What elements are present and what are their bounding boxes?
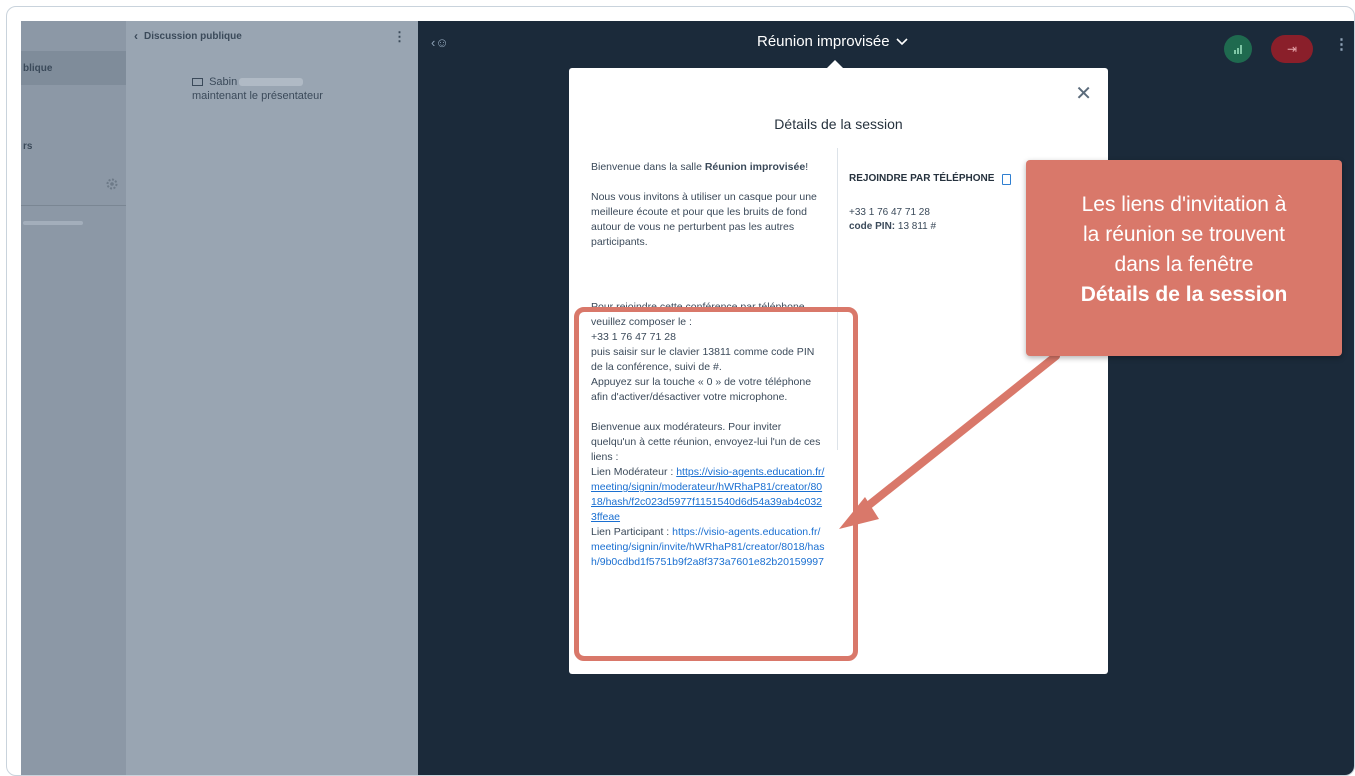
meeting-app: blique rs ‹ Discussion publique ⋮ Sabin … (21, 21, 1354, 775)
gear-icon[interactable] (105, 177, 119, 191)
annotation-callout: Les liens d'invitation à la réunion se t… (1026, 160, 1342, 356)
pin-row: code PIN: 13 811 # (849, 220, 1049, 234)
callout-line: dans la fenêtre (1114, 253, 1254, 276)
modal-title: Détails de la session (774, 116, 903, 132)
headset-paragraph: Nous vous invitons à utiliser un casque … (591, 191, 817, 248)
phone-heading: REJOINDRE PAR TÉLÉPHONE (849, 172, 1049, 186)
welcome-prefix: Bienvenue dans la salle (591, 161, 705, 173)
divider (21, 205, 126, 206)
connection-status-button[interactable] (1224, 35, 1252, 63)
presentation-icon (192, 78, 203, 87)
signal-bars-icon (1234, 45, 1242, 54)
welcome-paragraph: Bienvenue dans la salle Réunion improvis… (591, 160, 826, 175)
chat-back-button[interactable]: ‹ Discussion publique (134, 29, 242, 43)
callout-line-bold: Détails de la session (1026, 280, 1342, 310)
pin-value: 13 811 # (895, 221, 937, 232)
chat-message-prefix: Sabin (209, 76, 238, 88)
phone-heading-label: REJOINDRE PAR TÉLÉPHONE (849, 173, 995, 184)
callout-line: la réunion se trouvent (1083, 223, 1285, 246)
leave-meeting-button[interactable]: ⇥ (1271, 35, 1313, 63)
meeting-title-button[interactable]: Réunion improvisée (757, 33, 908, 50)
chat-title: Discussion publique (144, 30, 242, 42)
left-sidebar: blique rs (21, 21, 126, 775)
blurred-text (239, 78, 304, 87)
phone-number: +33 1 76 47 71 28 (849, 207, 930, 218)
sidebar-item-label: rs (23, 141, 33, 152)
chat-panel: ‹ Discussion publique ⋮ Sabin maintenant… (126, 21, 418, 775)
chat-message-text: maintenant le présentateur (192, 90, 323, 102)
annotation-highlight-box (574, 307, 858, 661)
callout-line: Les liens d'invitation à (1081, 193, 1287, 216)
options-menu-icon[interactable]: ⋮ (1334, 35, 1349, 53)
copy-icon[interactable] (1002, 173, 1012, 185)
sidebar-item-public-chat[interactable]: blique (21, 51, 126, 85)
phone-join-panel: REJOINDRE PAR TÉLÉPHONE +33 1 76 47 71 2… (849, 172, 1049, 234)
chevron-left-icon: ‹ (134, 29, 138, 43)
modal-caret (827, 60, 843, 68)
user-list-toggle-icon[interactable]: ‹☺ (431, 35, 449, 50)
pin-label: code PIN: (849, 221, 896, 232)
close-icon[interactable]: ✕ (1075, 84, 1092, 104)
sidebar-item-label: blique (23, 63, 53, 74)
sidebar-item-users[interactable]: rs (23, 141, 32, 152)
room-name: Réunion improvisée (704, 161, 806, 173)
blurred-user-name (23, 221, 83, 225)
leave-icon: ⇥ (1286, 42, 1298, 56)
screenshot-frame: blique rs ‹ Discussion publique ⋮ Sabin … (6, 6, 1355, 776)
meeting-title: Réunion improvisée (757, 33, 890, 50)
chat-options-icon[interactable]: ⋮ (393, 29, 406, 45)
chat-system-message: Sabin maintenant le présentateur (192, 75, 323, 103)
callout-emphasis: Détails de la session (1080, 283, 1288, 306)
welcome-suffix: ! (805, 161, 809, 173)
chevron-down-icon (896, 37, 908, 45)
